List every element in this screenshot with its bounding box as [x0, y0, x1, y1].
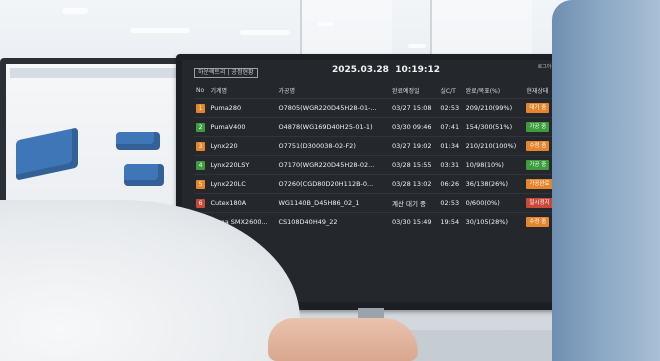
due-date: 03/30 15:49 — [392, 218, 432, 226]
machine-name: Cutex180A — [210, 199, 247, 207]
col-program: 가공명 — [278, 88, 296, 95]
table-row[interactable]: 3 Lynx220 O7751(D300038-02-F2) 03/27 19:02 0… — [194, 136, 558, 156]
machine-name: Lynx220 — [210, 142, 238, 150]
cycle-time: 07:41 — [440, 123, 460, 131]
progress-value: 36/138(26%) — [465, 180, 508, 188]
table-row[interactable]: 2 PumaV400 O4878(WG169D40H25-01-1) 03/30 09… — [194, 117, 558, 137]
cycle-time: 02:53 — [440, 104, 460, 112]
due-date: 03/30 09:46 — [392, 123, 432, 131]
ceiling-light — [62, 8, 88, 14]
status-badge: 대기 중 — [526, 103, 550, 113]
table-row[interactable]: 5 Lynx220LC O7260(CGD80D20H112B-0... 03/28 … — [194, 174, 558, 194]
person-right — [552, 0, 660, 361]
program-name: WG1140B_D45H86_02_1 — [278, 199, 360, 207]
col-progress: 완료/목표(%) — [465, 88, 501, 95]
col-due: 완료예정일 — [392, 88, 420, 95]
machine-name: Lynx220LC — [210, 180, 246, 188]
status-badge: 가공 중 — [526, 160, 550, 170]
status-badge: 가공 중 — [526, 122, 550, 132]
program-name: O7751(D300038-02-F2) — [278, 142, 356, 150]
progress-value: 210/210(100%) — [465, 142, 517, 150]
due-date: 03/28 15:55 — [392, 161, 432, 169]
progress-value: 0/600(0%) — [465, 199, 500, 207]
program-name: O4878(WG169D40H25-01-1) — [278, 123, 373, 131]
cycle-time: 19:54 — [440, 218, 460, 226]
progress-value: 209/210(99%) — [465, 104, 513, 112]
due-date: 03/28 13:02 — [392, 180, 432, 188]
row-number: 5 — [196, 179, 205, 189]
status-badge: 수정 중 — [526, 217, 550, 227]
col-no: No — [196, 87, 205, 94]
current-date: 2025.03.28 — [332, 65, 389, 75]
table-row[interactable]: 6 Cutex180A WG1140B_D45H86_02_1 계산 대기 중 02:5… — [194, 193, 558, 213]
due-date: 계산 대기 중 — [392, 200, 427, 208]
cycle-time: 03:31 — [440, 161, 460, 169]
col-machine: 기계명 — [210, 88, 227, 95]
ceiling-light — [408, 44, 426, 48]
machine-name: Lynx220LSY — [210, 161, 250, 169]
machine-status-table: No 기계명 가공명 완료예정일 실C/T 완료/목표(%) 현재상태 1 Pum… — [194, 85, 558, 231]
row-number: 1 — [196, 103, 205, 113]
dashboard-header: 하운렉트리 | 공정현황 2025.03.28 10:19:12 로그아웃 — [182, 60, 568, 84]
col-ct: 실C/T — [440, 88, 456, 95]
progress-value: 30/105(28%) — [465, 218, 508, 226]
machine-name: Puma280 — [210, 104, 242, 112]
cad-part — [116, 132, 160, 150]
row-number: 2 — [196, 122, 205, 132]
program-name: O7170(WGR220D45H28-02... — [278, 161, 375, 169]
person-hand — [268, 318, 418, 361]
status-badge: 일시정지 — [526, 198, 553, 208]
cycle-time: 01:34 — [440, 142, 460, 150]
due-date: 03/27 15:08 — [392, 104, 432, 112]
program-name: O7260(CGD80D20H112B-0... — [278, 180, 374, 188]
row-number: 3 — [196, 141, 205, 151]
company-logo: 하운렉트리 | 공정현황 — [194, 68, 258, 78]
program-name: CS108D40H49_22 — [278, 218, 338, 226]
current-time: 10:19:12 — [395, 65, 440, 75]
cad-part — [16, 127, 78, 181]
table-row[interactable]: 4 Lynx220LSY O7170(WGR220D45H28-02... 03/28… — [194, 155, 558, 175]
cycle-time: 02:53 — [440, 199, 460, 207]
table-row[interactable]: 7Puma SMX2600...CS108D40H49_2203/30 15:4… — [194, 212, 558, 231]
progress-value: 154/300(51%) — [465, 123, 513, 131]
row-number: 4 — [196, 160, 205, 170]
table-header-row: No 기계명 가공명 완료예정일 실C/T 완료/목표(%) 현재상태 — [194, 85, 558, 99]
cycle-time: 06:26 — [440, 180, 460, 188]
ceiling-light — [130, 28, 190, 33]
row-number: 6 — [196, 198, 205, 208]
progress-value: 10/98(10%) — [465, 161, 504, 169]
current-datetime: 2025.03.28 10:19:12 — [332, 65, 440, 75]
machine-name: PumaV400 — [210, 123, 246, 131]
due-date: 03/27 19:02 — [392, 142, 432, 150]
status-badge: 가공완료 — [526, 179, 553, 189]
program-name: O7805(WGR220D45H28-01-... — [278, 104, 377, 112]
ceiling-light — [240, 30, 290, 35]
cad-part — [124, 164, 164, 186]
ceiling-light — [318, 22, 334, 26]
table-row[interactable]: 1 Puma280 O7805(WGR220D45H28-01-... 03/27 1… — [194, 98, 558, 118]
cad-toolbar — [10, 68, 180, 78]
status-badge: 수정 중 — [526, 141, 550, 151]
